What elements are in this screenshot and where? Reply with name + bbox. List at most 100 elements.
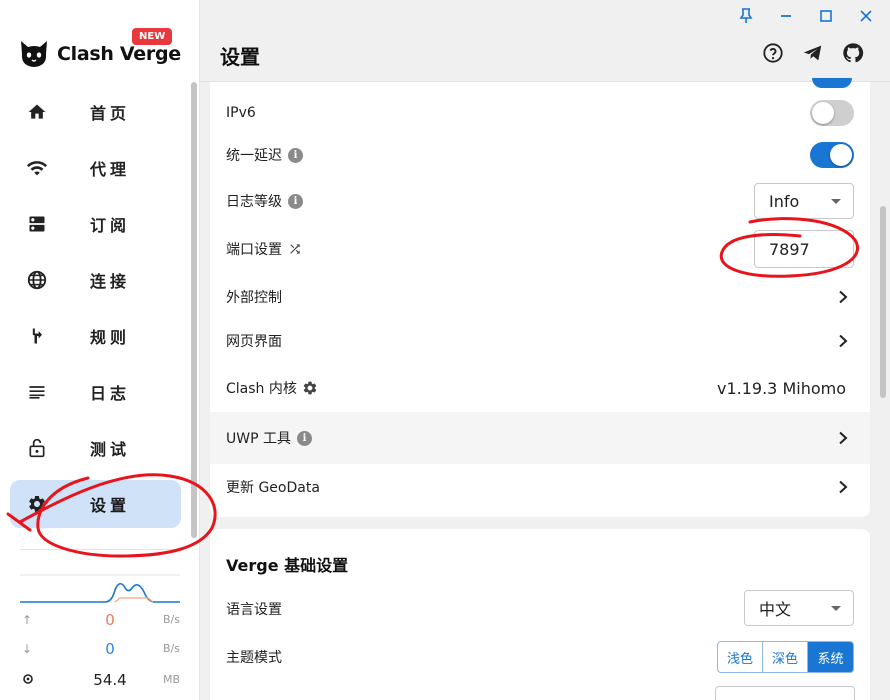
chevron-down-icon <box>831 199 841 204</box>
close-icon[interactable] <box>856 6 876 26</box>
clash-settings-card: IPv6 统一延迟 i 日志等级 i Info 端口设置 7897 外部控制 网… <box>210 78 870 517</box>
sidebar-item-logs[interactable]: 日志 <box>10 368 181 416</box>
setting-row-port: 端口设置 7897 <box>210 226 870 272</box>
core-label: Clash 内核 <box>226 381 297 397</box>
setting-row-clash-core: Clash 内核 v1.19.3 Mihomo <box>210 365 870 411</box>
verge-settings-card: Verge 基础设置 语言设置 中文 主题模式 浅色 深色 系统 <box>210 529 870 700</box>
partial-select[interactable] <box>715 686 855 700</box>
sidebar-item-proxy[interactable]: 代理 <box>10 144 181 192</box>
geodata-label: 更新 GeoData <box>226 480 320 496</box>
sidebar-item-label: 日志 <box>90 384 131 403</box>
chevron-right-icon <box>839 290 848 304</box>
ipv6-label: IPv6 <box>226 105 256 121</box>
sidebar-item-label: 设置 <box>90 496 131 515</box>
sidebar-item-label: 规则 <box>90 328 131 347</box>
traffic-graph <box>20 574 180 603</box>
unified-delay-label-wrap: 统一延迟 i <box>226 145 303 165</box>
dns-icon <box>26 213 48 235</box>
sidebar-scrollbar[interactable] <box>191 82 197 538</box>
sidebar-item-settings[interactable]: 设置 <box>10 480 181 528</box>
sidebar-item-label: 首页 <box>90 104 131 123</box>
log-level-label: 日志等级 <box>226 194 282 210</box>
toggle-knob <box>812 102 834 124</box>
shuffle-icon[interactable] <box>288 242 302 256</box>
uwp-label-wrap: UWP 工具 i <box>226 428 312 448</box>
help-icon[interactable] <box>760 40 786 66</box>
list-icon <box>26 381 48 403</box>
setting-row-external-control[interactable]: 外部控制 <box>210 274 870 320</box>
memory-unit: MB <box>162 673 180 686</box>
upload-value: 0 <box>105 611 115 629</box>
sidebar-item-connections[interactable]: 连接 <box>10 256 181 304</box>
chevron-right-icon <box>839 480 848 494</box>
globe-icon <box>26 269 48 291</box>
app-name: Clash Verge <box>57 43 181 65</box>
port-label: 端口设置 <box>226 242 282 258</box>
upload-unit: B/s <box>163 613 180 626</box>
theme-option-dark[interactable]: 深色 <box>763 642 808 672</box>
sidebar-item-home[interactable]: 首页 <box>10 88 181 136</box>
page-title: 设置 <box>220 45 260 69</box>
chevron-right-icon <box>839 431 848 445</box>
uwp-label: UWP 工具 <box>226 431 291 447</box>
github-icon[interactable] <box>840 40 866 66</box>
theme-label: 主题模式 <box>226 650 282 666</box>
log-level-select[interactable]: Info <box>754 183 854 219</box>
ipv6-toggle[interactable] <box>810 100 854 126</box>
theme-option-system[interactable]: 系统 <box>808 642 853 672</box>
theme-segmented-control: 浅色 深色 系统 <box>717 641 854 673</box>
telegram-icon[interactable] <box>800 40 826 66</box>
memory-stat: 54.4 MB <box>20 671 180 691</box>
download-stat: ↓ 0 B/s <box>20 640 180 660</box>
arrow-up-icon: ↑ <box>22 613 33 627</box>
gear-icon[interactable] <box>302 380 318 396</box>
language-select[interactable]: 中文 <box>744 590 854 626</box>
traffic-divider <box>20 549 179 550</box>
setting-row-theme: 主题模式 浅色 深色 系统 <box>210 635 870 679</box>
upload-stat: ↑ 0 B/s <box>20 611 180 631</box>
sidebar-item-label: 代理 <box>90 160 131 179</box>
setting-row-web-ui[interactable]: 网页界面 <box>210 318 870 364</box>
cat-logo-icon <box>21 41 47 67</box>
setting-row-log-level: 日志等级 i Info <box>210 178 870 224</box>
info-icon[interactable]: i <box>296 430 312 446</box>
header-actions <box>760 40 866 66</box>
gear-icon <box>26 493 48 515</box>
port-label-wrap: 端口设置 <box>226 239 302 259</box>
sidebar-nav: 首页 代理 订阅 连接 规则 日志 测试 设置 <box>10 88 181 536</box>
sidebar-item-rules[interactable]: 规则 <box>10 312 181 360</box>
setting-row-unified-delay: 统一延迟 i <box>210 132 870 178</box>
window-controls <box>736 6 876 26</box>
language-label: 语言设置 <box>226 602 282 618</box>
unified-delay-toggle[interactable] <box>810 142 854 168</box>
fork-icon <box>26 325 48 347</box>
setting-row-geodata[interactable]: 更新 GeoData <box>210 464 870 510</box>
setting-row-language: 语言设置 中文 <box>210 587 870 631</box>
port-value: 7897 <box>769 239 810 259</box>
info-icon[interactable]: i <box>288 147 303 163</box>
sidebar-item-test[interactable]: 测试 <box>10 424 181 472</box>
download-unit: B/s <box>163 642 180 655</box>
sidebar-item-subscription[interactable]: 订阅 <box>10 200 181 248</box>
port-input[interactable]: 7897 <box>754 230 854 268</box>
unified-delay-label: 统一延迟 <box>226 148 282 164</box>
maximize-icon[interactable] <box>816 6 836 26</box>
minimize-icon[interactable] <box>776 6 796 26</box>
setting-row-uwp[interactable]: UWP 工具 i <box>210 412 870 464</box>
setting-row-ipv6: IPv6 <box>210 90 870 136</box>
download-value: 0 <box>105 640 115 658</box>
sidebar: Clash Verge NEW 首页 代理 订阅 连接 规则 日志 测试 设置 … <box>0 0 200 700</box>
sidebar-item-label: 测试 <box>90 440 131 459</box>
log-level-label-wrap: 日志等级 i <box>226 191 303 211</box>
arrow-down-icon: ↓ <box>22 642 33 656</box>
home-icon <box>26 101 48 123</box>
theme-option-light[interactable]: 浅色 <box>718 642 763 672</box>
language-value: 中文 <box>759 600 792 619</box>
pin-icon[interactable] <box>736 6 756 26</box>
info-icon[interactable]: i <box>288 193 303 209</box>
partial-toggle[interactable] <box>812 78 852 88</box>
wifi-icon <box>26 157 48 179</box>
lock-icon <box>26 437 48 459</box>
main-scrollbar[interactable] <box>880 206 886 398</box>
chevron-down-icon <box>831 606 841 611</box>
